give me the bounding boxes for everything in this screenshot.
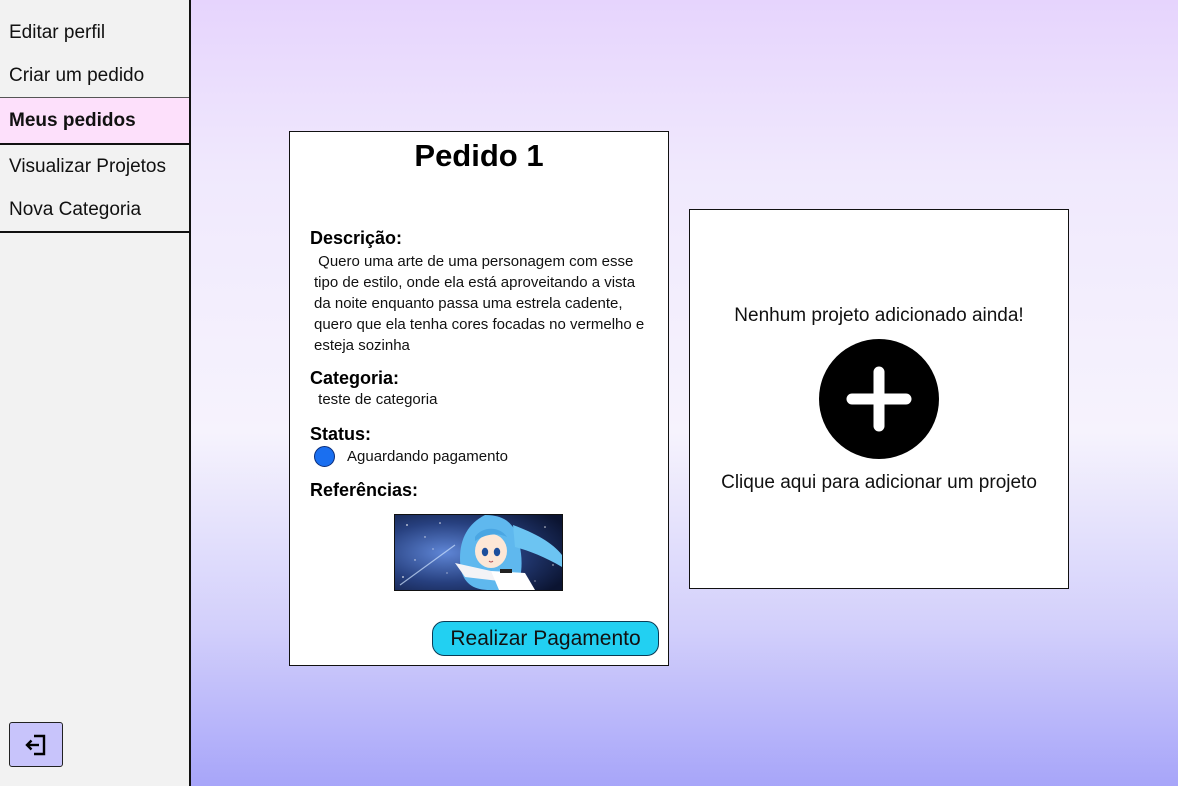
status-row: Aguardando pagamento [314,446,508,467]
sidebar-group-projects: Visualizar Projetos Nova Categoria [0,145,189,233]
sidebar-item-editar-perfil[interactable]: Editar perfil [0,11,189,54]
status-indicator [314,446,335,467]
empty-projects-message: Nenhum projeto adicionado ainda! [734,305,1024,326]
plus-icon [846,366,912,432]
pay-button[interactable]: Realizar Pagamento [432,621,659,656]
sidebar-item-criar-pedido[interactable]: Criar um pedido [0,54,189,97]
sidebar-item-visualizar-projetos[interactable]: Visualizar Projetos [0,145,189,188]
category-value: teste de categoria [318,391,438,408]
sidebar-item-nova-categoria[interactable]: Nova Categoria [0,188,189,231]
logout-icon [25,734,46,755]
description-value: Quero uma arte de uma personagem com ess… [314,253,645,354]
reference-image[interactable] [394,514,563,591]
order-title: Pedido 1 [414,138,544,173]
category-label: Categoria: [310,368,400,388]
sidebar-item-meus-pedidos[interactable]: Meus pedidos [0,97,189,145]
add-project-card[interactable]: Nenhum projeto adicionado ainda! Clique … [689,209,1069,589]
category-text: teste de categoria [314,391,437,408]
order-card: Pedido 1 Descrição: Quero uma arte de um… [289,131,669,666]
status-text: Aguardando pagamento [347,448,508,465]
description-label: Descrição: [310,228,403,248]
sidebar-group-account: Editar perfil Criar um pedido [0,0,189,97]
reference-artwork [395,515,562,590]
add-project-button[interactable] [819,339,939,459]
status-label: Status: [310,424,372,444]
references-label: Referências: [310,480,419,500]
logout-button[interactable] [9,722,63,767]
add-project-hint: Clique aqui para adicionar um projeto [721,472,1037,493]
sidebar: Editar perfil Criar um pedido Meus pedid… [0,0,191,786]
description-text: Quero uma arte de uma personagem com ess… [314,251,654,356]
